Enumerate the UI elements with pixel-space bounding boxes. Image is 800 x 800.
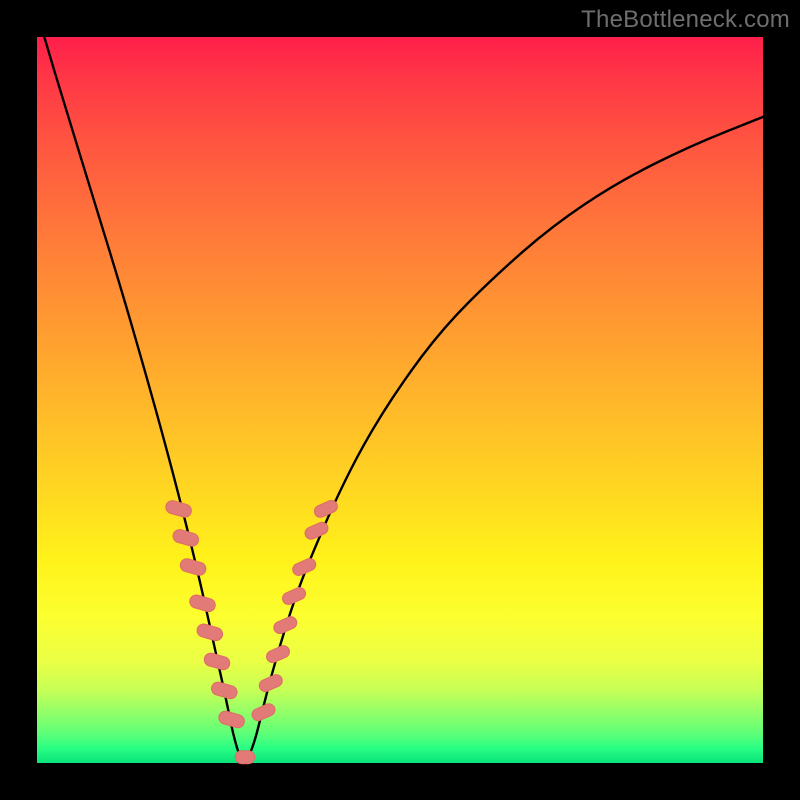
curve-marker: [196, 622, 225, 642]
bottleneck-curve-svg: [37, 37, 763, 763]
bottleneck-curve: [44, 37, 763, 759]
curve-marker: [235, 751, 255, 764]
chart-frame: TheBottleneck.com: [0, 0, 800, 800]
curve-marker: [303, 520, 330, 541]
curve-markers: [164, 499, 339, 764]
curve-marker: [188, 593, 217, 613]
curve-marker: [179, 557, 208, 577]
curve-marker: [217, 710, 246, 730]
curve-marker: [210, 681, 239, 701]
watermark-text: TheBottleneck.com: [581, 6, 790, 34]
curve-marker: [164, 499, 193, 519]
curve-marker: [172, 528, 201, 548]
curve-marker: [265, 644, 292, 665]
curve-marker: [312, 499, 339, 520]
curve-marker: [203, 652, 232, 672]
chart-plot-area: [37, 37, 763, 763]
